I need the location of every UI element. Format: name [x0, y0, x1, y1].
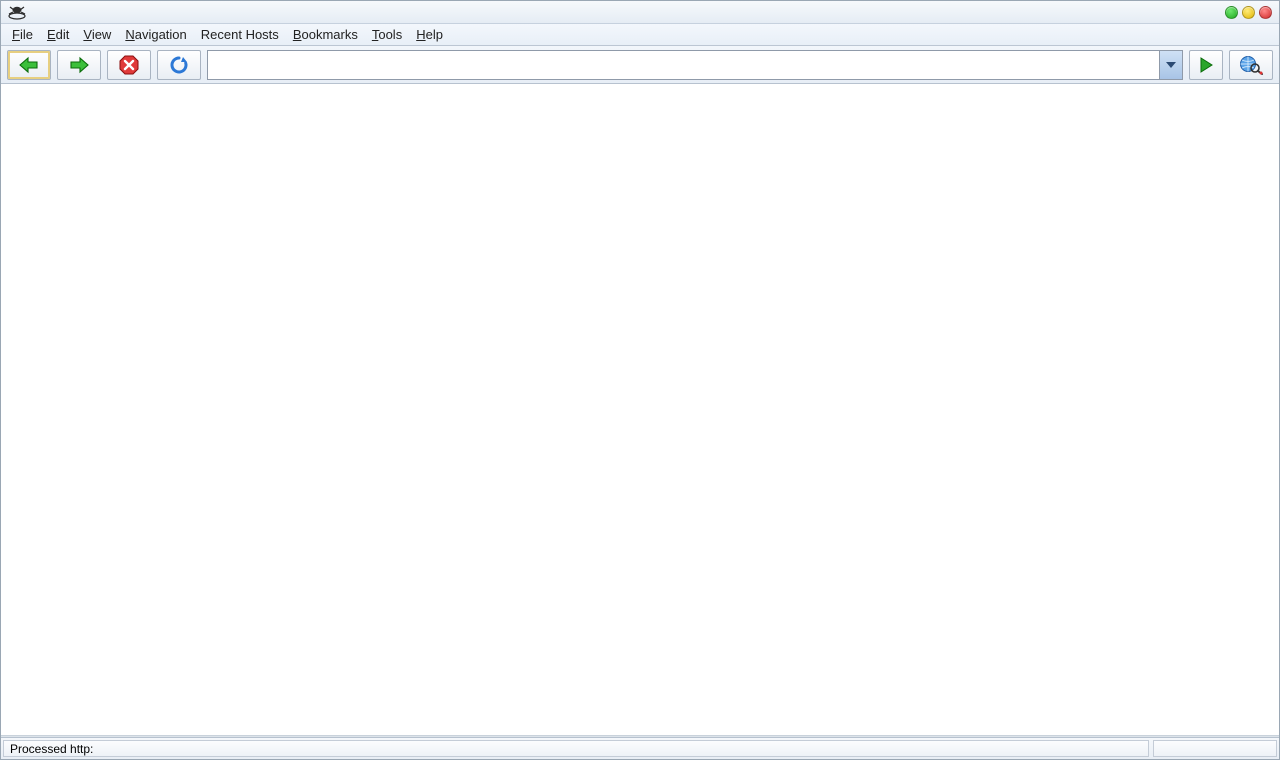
- menu-navigation[interactable]: Navigation: [118, 24, 193, 45]
- menu-bar: File Edit View Navigation Recent Hosts B…: [1, 24, 1279, 46]
- web-search-button[interactable]: [1229, 50, 1273, 80]
- play-icon: [1199, 57, 1213, 73]
- minimize-button[interactable]: [1225, 6, 1238, 19]
- content-area: [1, 84, 1279, 735]
- menu-edit[interactable]: Edit: [40, 24, 76, 45]
- go-button[interactable]: [1189, 50, 1223, 80]
- reload-button[interactable]: [157, 50, 201, 80]
- status-bar: Processed http:: [1, 737, 1279, 759]
- address-dropdown-button[interactable]: [1159, 50, 1183, 80]
- app-window: File Edit View Navigation Recent Hosts B…: [0, 0, 1280, 760]
- stop-icon: [119, 55, 139, 75]
- back-button[interactable]: [7, 50, 51, 80]
- menu-file[interactable]: File: [5, 24, 40, 45]
- chevron-down-icon: [1166, 62, 1176, 68]
- address-group: [207, 50, 1183, 80]
- reload-icon: [169, 55, 189, 75]
- status-progress-cell: [1153, 740, 1277, 757]
- menu-tools[interactable]: Tools: [365, 24, 409, 45]
- app-icon: [7, 3, 27, 21]
- stop-button[interactable]: [107, 50, 151, 80]
- globe-search-icon: [1239, 55, 1263, 75]
- menu-bookmarks[interactable]: Bookmarks: [286, 24, 365, 45]
- toolbar: [1, 46, 1279, 84]
- title-bar: [1, 1, 1279, 24]
- window-controls: [1225, 6, 1272, 19]
- arrow-left-icon: [18, 56, 40, 74]
- menu-help[interactable]: Help: [409, 24, 450, 45]
- maximize-button[interactable]: [1242, 6, 1255, 19]
- menu-recent-hosts[interactable]: Recent Hosts: [194, 24, 286, 45]
- menu-view[interactable]: View: [76, 24, 118, 45]
- close-button[interactable]: [1259, 6, 1272, 19]
- address-input[interactable]: [207, 50, 1159, 80]
- arrow-right-icon: [68, 56, 90, 74]
- status-text: Processed http:: [3, 740, 1149, 757]
- forward-button[interactable]: [57, 50, 101, 80]
